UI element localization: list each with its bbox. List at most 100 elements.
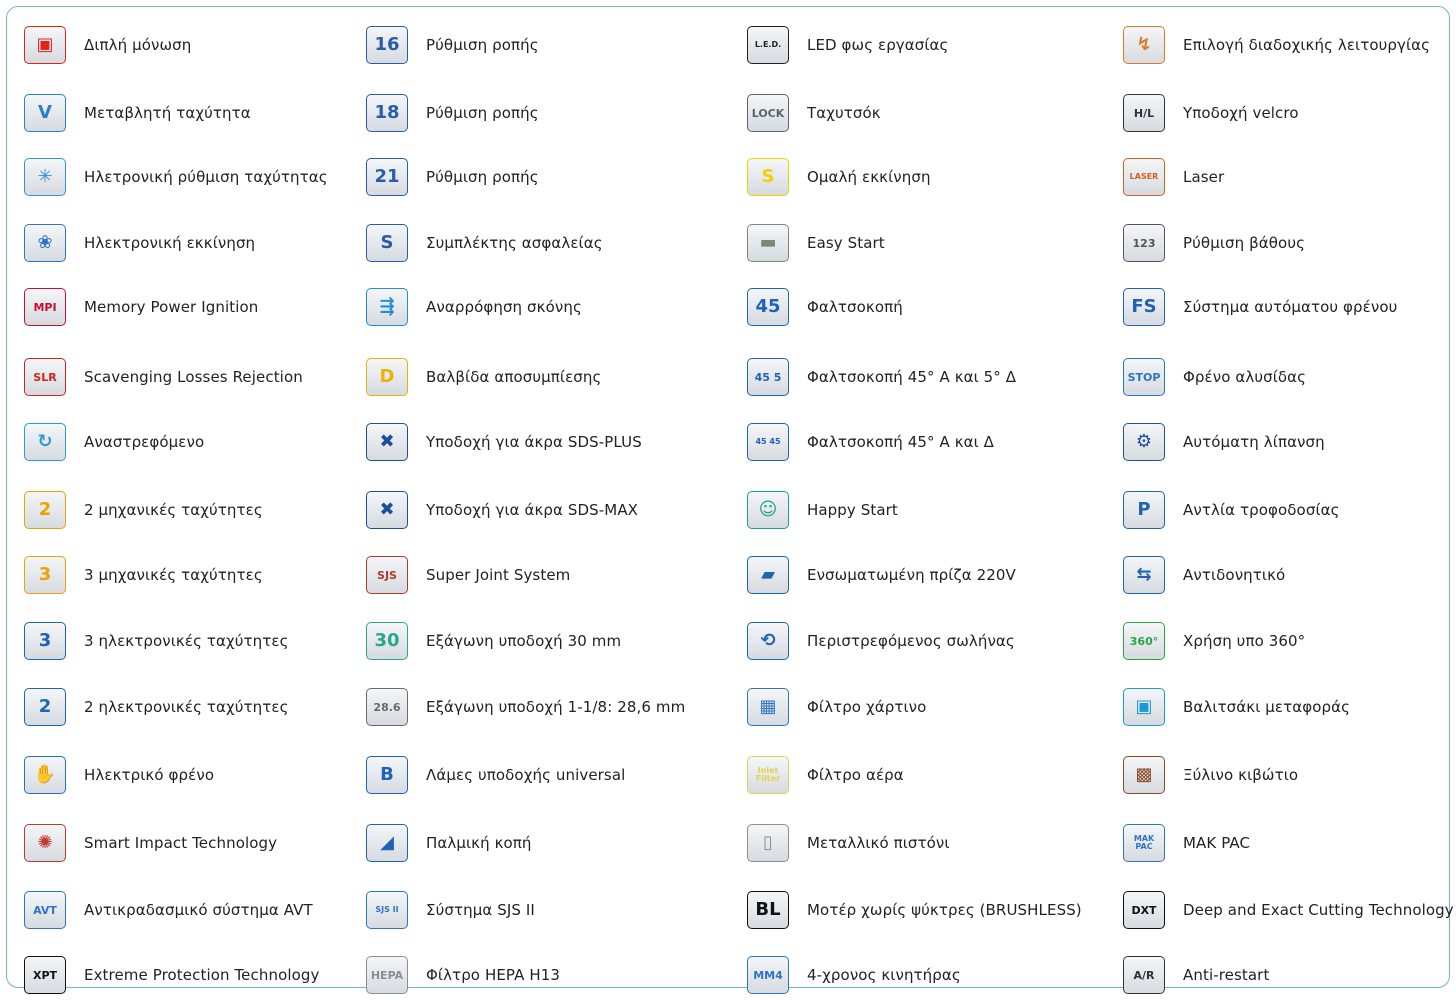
legend-item-label: Λάμες υποδοχής universal (426, 766, 626, 784)
legend-item: S Ομαλή εκκίνηση (747, 152, 931, 202)
icon-glyph: MAK PAC (1133, 834, 1155, 851)
sjs-icon: SJS (366, 556, 408, 594)
legend-item-label: Φίλτρο χάρτινο (807, 698, 927, 716)
legend-item-label: Διπλή μόνωση (84, 36, 192, 54)
icon-glyph: ❀ (37, 232, 53, 253)
two-mechanical-speeds-icon: 2 (24, 491, 66, 529)
icon-glyph: ▩ (1135, 764, 1153, 785)
legend-item: ◢ Παλμική κοπή (366, 818, 532, 868)
sequential-mode-icon: ↯ (1123, 26, 1165, 64)
legend-item: ☺ Happy Start (747, 485, 898, 535)
legend-item: L.E.D. LED φως εργασίας (747, 20, 948, 70)
icon-glyph: ✳ (37, 166, 53, 187)
sds-max-icon: ✖ (366, 491, 408, 529)
icon-glyph: ▯ (763, 832, 773, 853)
legend-item-label: 4-χρονος κινητήρας (807, 966, 961, 984)
legend-item: 3 3 ηλεκτρονικές ταχύτητες (24, 616, 289, 666)
icon-glyph: SLR (33, 370, 57, 384)
legend-item-label: Σύστημα SJS II (426, 901, 535, 919)
legend-item: P Αντλία τροφοδοσίας (1123, 485, 1340, 535)
icon-glyph: ✖ (379, 431, 395, 452)
legend-item: ▯ Μεταλλικό πιστόνι (747, 818, 950, 868)
legend-item-label: Σύστημα αυτόματου φρένου (1183, 298, 1398, 316)
legend-item: 45 5 Φαλτσοκοπή 45° Α και 5° Δ (747, 352, 1016, 402)
legend-item: ✖ Υποδοχή για άκρα SDS-MAX (366, 485, 638, 535)
torque-18-icon: 18 (366, 94, 408, 132)
three-electronic-speeds-icon: 3 (24, 622, 66, 660)
legend-item: ↻ Αναστρεφόμενο (24, 417, 204, 467)
bevel-45-5-icon: 45 5 (747, 358, 789, 396)
legend-item: A/R Anti-restart (1123, 950, 1269, 1000)
air-filter-icon: Inlet Filter (747, 756, 789, 794)
makpac-icon: MAK PAC (1123, 824, 1165, 862)
legend-item: ❀ Ηλεκτρονική εκκίνηση (24, 218, 255, 268)
legend-item-label: Super Joint System (426, 566, 571, 584)
legend-item: MM4 4-χρονος κινητήρας (747, 950, 961, 1000)
bevel-45-45-icon: 45 45 (747, 423, 789, 461)
legend-item: ▣ Βαλιτσάκι μεταφοράς (1123, 682, 1350, 732)
legend-item-label: Laser (1183, 168, 1225, 186)
double-insulation-icon: ▣ (24, 26, 66, 64)
xpt-icon: XPT (24, 956, 66, 994)
icon-glyph: SJS II (375, 905, 399, 914)
icon-glyph: ✖ (379, 499, 395, 520)
smart-impact-icon: ✺ (24, 824, 66, 862)
happy-start-icon: ☺ (747, 491, 789, 529)
variable-speed-icon: V (24, 94, 66, 132)
icon-glyph: ↻ (37, 431, 53, 452)
icon-glyph: ✺ (37, 832, 53, 853)
legend-item-label: Φαλτσοκοπή 45° Α και 5° Δ (807, 368, 1017, 386)
legend-item-label: Αυτόματη λίπανση (1183, 433, 1325, 451)
legend-item-label: Μεταλλικό πιστόνι (807, 834, 950, 852)
icon-glyph: 30 (374, 630, 400, 651)
legend-item: 2 2 ηλεκτρονικές ταχύτητες (24, 682, 289, 732)
legend-item-label: Βαλβίδα αποσυμπίεσης (426, 368, 602, 386)
icon-glyph: ⇶ (379, 296, 395, 317)
legend-item: BL Μοτέρ χωρίς ψύκτρες (BRUSHLESS) (747, 885, 1082, 935)
icon-glyph: 21 (374, 166, 400, 187)
icon-glyph: 28.6 (373, 700, 401, 714)
legend-item: FS Σύστημα αυτόματου φρένου (1123, 282, 1397, 332)
legend-item: 45 Φαλτσοκοπή (747, 282, 903, 332)
legend-item-label: Αντικραδασμικό σύστημα AVT (84, 901, 313, 919)
legend-item-label: 3 μηχανικές ταχύτητες (84, 566, 263, 584)
anti-restart-icon: A/R (1123, 956, 1165, 994)
legend-item-label: Φαλτσοκοπή (807, 298, 903, 316)
icon-glyph: S (761, 166, 775, 187)
legend-item: ✺ Smart Impact Technology (24, 818, 277, 868)
legend-item-label: Αναρρόφηση σκόνης (426, 298, 582, 316)
torque-16-icon: 16 (366, 26, 408, 64)
legend-item-label: Ηλετρονική ρύθμιση ταχύτητας (84, 168, 328, 186)
legend-item-label: Φρένο αλυσίδας (1183, 368, 1307, 386)
auto-lubrication-icon: ⚙ (1123, 423, 1165, 461)
legend-item: HEPA Φίλτρο HEPA H13 (366, 950, 560, 1000)
icon-glyph: H/L (1133, 106, 1155, 120)
legend-item: XPT Extreme Protection Technology (24, 950, 320, 1000)
hex-30-icon: 30 (366, 622, 408, 660)
icon-glyph: ◢ (380, 832, 394, 853)
electric-brake-icon: ✋ (24, 756, 66, 794)
safety-clutch-icon: S (366, 224, 408, 262)
legend-item-label: Smart Impact Technology (84, 834, 278, 852)
icon-glyph: ▬ (759, 232, 777, 253)
legend-item-label: 2 μηχανικές ταχύτητες (84, 501, 263, 519)
hex-28-icon: 28.6 (366, 688, 408, 726)
icon-glyph: MM4 (753, 968, 783, 982)
legend-item-label: Φίλτρο αέρα (807, 766, 904, 784)
legend-item: SLR Scavenging Losses Rejection (24, 352, 303, 402)
icon-glyph: Inlet Filter (755, 766, 781, 783)
legend-item-label: Extreme Protection Technology (84, 966, 320, 984)
legend-item: B Λάμες υποδοχής universal (366, 750, 625, 800)
legend-item: Inlet Filter Φίλτρο αέρα (747, 750, 904, 800)
four-stroke-icon: MM4 (747, 956, 789, 994)
auto-brake-icon: FS (1123, 288, 1165, 326)
legend-item: AVT Αντικραδασμικό σύστημα AVT (24, 885, 313, 935)
legend-item: ⟲ Περιστρεφόμενος σωλήνας (747, 616, 1015, 666)
three-mechanical-speeds-icon: 3 (24, 556, 66, 594)
anti-vibration-icon: ⇆ (1123, 556, 1165, 594)
legend-item: 28.6 Εξάγωνη υποδοχή 1-1/8: 28,6 mm (366, 682, 685, 732)
two-electronic-speeds-icon: 2 (24, 688, 66, 726)
icon-glyph: L.E.D. (754, 40, 782, 49)
legend-item-label: Memory Power Ignition (84, 298, 259, 316)
icon-glyph: ▣ (36, 34, 54, 55)
